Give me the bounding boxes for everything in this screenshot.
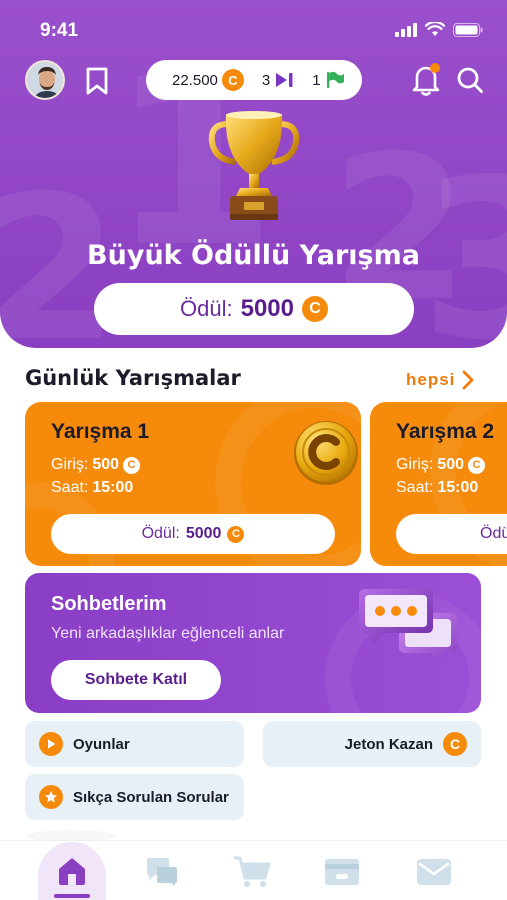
contest-card[interactable]: Yarışma 1 Giriş: 500 C Saat: 15:00 Ödül:… xyxy=(25,402,361,566)
prize-value: 5000 xyxy=(185,525,222,542)
time-value: 15:00 xyxy=(437,479,479,496)
bookmark-icon[interactable] xyxy=(84,66,110,96)
battery-icon xyxy=(453,22,483,37)
chat-subtitle: Yeni arkadaşlıklar eğlenceli anlar xyxy=(51,625,285,642)
contest-time: Saat: 15:00 xyxy=(396,479,478,497)
wifi-icon xyxy=(425,22,445,36)
notification-dot xyxy=(430,63,440,73)
coin-balance: 22.500 xyxy=(172,71,218,89)
flag-icon xyxy=(326,71,344,88)
star-icon xyxy=(39,785,63,809)
contest-title: Yarışma 1 xyxy=(51,420,150,443)
mail-icon xyxy=(417,859,451,885)
join-chat-button[interactable]: Sohbete Katıl xyxy=(51,660,221,700)
see-all-link[interactable]: hepsi xyxy=(406,370,475,390)
nav-active-indicator xyxy=(54,894,90,898)
play-icon xyxy=(39,732,63,756)
entry-value: 500 xyxy=(437,456,465,473)
chat-bubbles-icon xyxy=(359,589,457,665)
grand-prize-button[interactable]: Ödül: 5000 C xyxy=(94,283,414,335)
home-icon xyxy=(59,858,85,885)
nav-chat[interactable] xyxy=(132,842,192,900)
entry-value: 500 xyxy=(92,456,120,473)
avatar[interactable] xyxy=(25,60,65,100)
time-label: Saat: xyxy=(396,479,434,496)
nav-messages[interactable] xyxy=(404,842,464,900)
chat-icon xyxy=(147,858,177,886)
contest-prize-button[interactable]: Ödü xyxy=(396,514,507,554)
prize-value: 5000 xyxy=(240,295,294,322)
coin-icon: C xyxy=(123,456,141,474)
chat-banner[interactable]: Sohbetlerim Yeni arkadaşlıklar eğlenceli… xyxy=(25,573,481,713)
coin-icon: C xyxy=(301,296,328,322)
coin-icon: C xyxy=(227,525,245,543)
contest-time: Saat: 15:00 xyxy=(51,479,133,497)
see-all-label: hepsi xyxy=(406,370,456,389)
hero-title: Büyük Ödüllü Yarışma xyxy=(87,240,420,271)
contest-title: Yarışma 2 xyxy=(396,420,495,443)
earn-coins-label: Jeton Kazan xyxy=(344,735,433,753)
faq-label: Sıkça Sorulan Sorular xyxy=(73,788,229,806)
ticket-count: 3 xyxy=(261,71,271,89)
entry-label: Giriş: xyxy=(51,456,89,473)
contest-prize-button[interactable]: Ödül: 5000 C xyxy=(51,514,335,554)
time-label: Saat: xyxy=(51,479,89,496)
games-label: Oyunlar xyxy=(73,735,130,753)
trophy-icon xyxy=(208,111,300,220)
bell-icon[interactable] xyxy=(410,62,442,98)
status-time: 9:41 xyxy=(40,20,79,41)
contest-card[interactable]: Yarışma 2 Giriş: 500 C Saat: 15:00 Ödü xyxy=(370,402,507,566)
earn-coins-tile[interactable]: Jeton Kazan C xyxy=(263,721,481,767)
skip-icon xyxy=(276,73,293,87)
search-icon[interactable] xyxy=(456,66,484,94)
wallet-icon xyxy=(325,859,359,885)
chevron-right-icon xyxy=(463,370,474,390)
entry-label: Giriş: xyxy=(396,456,434,473)
faq-tile[interactable]: Sıkça Sorulan Sorular xyxy=(25,774,244,820)
signal-icon xyxy=(395,22,417,37)
nav-store[interactable] xyxy=(222,842,282,900)
contest-entry: Giriş: 500 C xyxy=(51,456,141,474)
nav-wallet[interactable] xyxy=(312,842,372,900)
cart-icon xyxy=(234,856,271,887)
flag-count: 1 xyxy=(312,71,321,89)
gold-coin-icon xyxy=(294,421,358,485)
coin-icon: C xyxy=(221,69,244,91)
section-title: Günlük Yarışmalar xyxy=(25,366,241,390)
coin-icon: C xyxy=(443,732,467,756)
games-tile[interactable]: Oyunlar xyxy=(25,721,244,767)
coin-icon: C xyxy=(468,456,486,474)
prize-label: Ödü xyxy=(480,525,507,542)
prize-label: Ödül: xyxy=(180,296,233,321)
stats-pill[interactable]: 22.500 C 3 1 xyxy=(146,60,362,100)
time-value: 15:00 xyxy=(92,479,134,496)
chat-title: Sohbetlerim xyxy=(51,593,167,615)
status-bar: 9:41 xyxy=(0,0,507,60)
contest-entry: Giriş: 500 C xyxy=(396,456,486,474)
prize-label: Ödül: xyxy=(141,525,180,542)
